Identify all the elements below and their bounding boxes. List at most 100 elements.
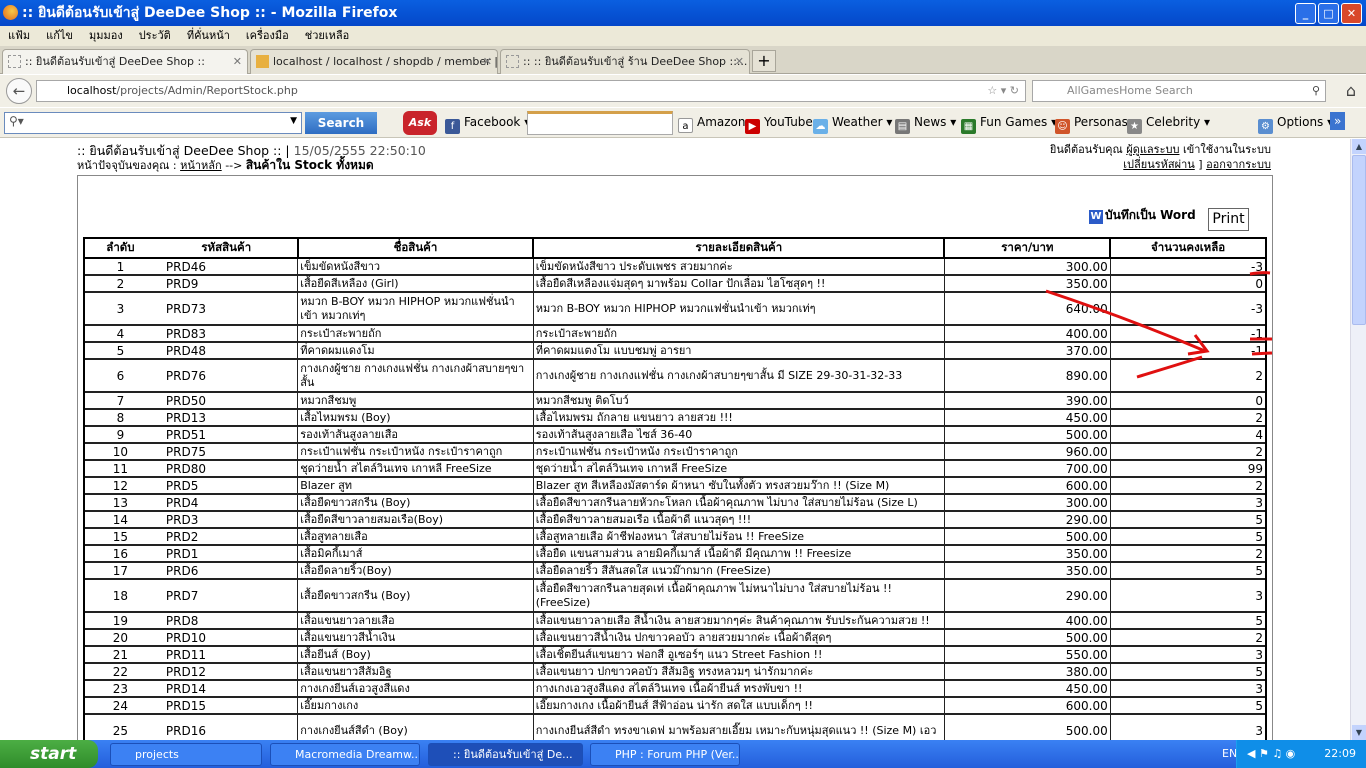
breadcrumb-home-link[interactable]: หน้าหลัก (180, 159, 222, 172)
celebrity-button[interactable]: ★ Celebrity ▾ (1127, 115, 1210, 134)
url-bar[interactable]: localhost/projects/Admin/ReportStock.php… (36, 80, 1026, 102)
start-button[interactable]: start (0, 740, 98, 768)
language-indicator[interactable]: EN (1222, 740, 1237, 768)
tray-icons[interactable]: ◀ ⚑ ♫ ◉ (1247, 747, 1295, 760)
ask-button[interactable]: Ask (403, 111, 437, 135)
new-tab-button[interactable]: + (752, 50, 776, 72)
product-price: 380.00 (943, 662, 1111, 681)
word-icon: W (1089, 210, 1103, 224)
close-button[interactable]: ✕ (1341, 3, 1362, 24)
taskbar-item-firefox[interactable]: :: ยินดีต้อนรับเข้าสู่ De... (428, 743, 583, 766)
product-price: 640.00 (943, 291, 1111, 326)
celebrity-icon: ★ (1127, 119, 1142, 134)
column-header: รหัสสินค้า (155, 237, 299, 259)
stock-quantity: -1 (1109, 324, 1267, 343)
product-detail: กางเกงยีนส์สีดำ ทรงขาเดฟ มาพร้อมสายเอี๊ย… (532, 713, 945, 740)
back-button[interactable]: ← (6, 78, 32, 104)
row-number: 2 (83, 274, 156, 293)
row-number: 15 (83, 527, 156, 546)
stock-quantity: 5 (1109, 510, 1267, 529)
scrollbar-thumb[interactable] (1352, 155, 1366, 325)
stock-quantity: 2 (1109, 442, 1267, 461)
window-title: :: ยินดีต้อนรับเข้าสู่ DeeDee Shop :: - … (22, 5, 398, 21)
product-detail: กระเป๋าสะพายถัก (532, 324, 945, 343)
web-search-input[interactable]: AllGamesHome Search ⚲ (1032, 80, 1326, 102)
taskbar-item-projects[interactable]: projects (110, 743, 262, 766)
product-name: หมวก B-BOY หมวก HIPHOP หมวกแฟชั่นนำเข้า … (297, 291, 534, 326)
close-tab-icon[interactable]: ✕ (483, 50, 492, 74)
product-name: Blazer สูท (297, 476, 534, 495)
home-icon[interactable]: ⌂ (1346, 81, 1356, 100)
stock-quantity: 99 (1109, 459, 1267, 478)
menu-item[interactable]: เครื่องมือ (246, 26, 289, 46)
tab-phpmyadmin[interactable]: localhost / localhost / shopdb / member … (250, 49, 498, 74)
overflow-chevron-button[interactable]: » (1330, 112, 1346, 130)
menu-item[interactable]: ที่คั่นหน้า (187, 26, 230, 46)
dropdown-arrow-icon[interactable]: ▼ (290, 116, 297, 126)
menu-item[interactable]: แก้ไข (46, 26, 73, 46)
save-as-word-link[interactable]: W บันทึกเป็น Word (1089, 206, 1196, 225)
toolbar-search-input[interactable]: ⚲▾ ▼ (4, 112, 302, 134)
product-name: ชุดว่ายน้ำ สไตล์วินเทจ เกาหลี FreeSize (297, 459, 534, 478)
menu-item[interactable]: แฟ้ม (8, 26, 30, 46)
tab-deedee-shop[interactable]: :: ยินดีต้อนรับเข้าสู่ DeeDee Shop :: ✕ (2, 49, 248, 74)
firefox-icon (3, 5, 18, 20)
product-code: PRD15 (155, 696, 299, 715)
product-code: PRD8 (155, 611, 299, 630)
product-name: รองเท้าส้นสูงลายเสือ (297, 425, 534, 444)
product-price: 350.00 (943, 544, 1111, 563)
toolbar-text-input[interactable] (527, 111, 673, 135)
product-price: 700.00 (943, 459, 1111, 478)
options-button[interactable]: ⚙ Options ▾ (1258, 115, 1333, 134)
close-tab-icon[interactable]: ✕ (735, 50, 744, 74)
row-number: 8 (83, 408, 156, 427)
stock-quantity: 5 (1109, 696, 1267, 715)
product-code: PRD9 (155, 274, 299, 293)
vertical-scrollbar[interactable]: ▲ ▼ (1350, 139, 1366, 740)
scroll-up-arrow[interactable]: ▲ (1352, 139, 1366, 154)
tab-deedee-shop-2[interactable]: :: :: ยินดีต้อนรับเข้าสู่ ร้าน DeeDee Sh… (500, 49, 750, 74)
search-icon[interactable]: ⚲ (1312, 81, 1320, 101)
youtube-button[interactable]: ▶ YouTube (745, 115, 813, 134)
close-tab-icon[interactable]: ✕ (233, 50, 242, 74)
taskbar-item-dreamweaver[interactable]: Macromedia Dreamw... (270, 743, 420, 766)
scroll-down-arrow[interactable]: ▼ (1352, 725, 1366, 740)
row-number: 11 (83, 459, 156, 478)
product-price: 500.00 (943, 527, 1111, 546)
product-name: หมวกสีชมพู (297, 391, 534, 410)
personas-button[interactable]: ☺ Personas (1055, 115, 1128, 134)
product-price: 400.00 (943, 611, 1111, 630)
menu-item[interactable]: ช่วยเหลือ (305, 26, 349, 46)
fun-games-button[interactable]: ▦ Fun Games ▾ (961, 115, 1057, 134)
row-number: 13 (83, 493, 156, 512)
maximize-button[interactable]: □ (1318, 3, 1339, 24)
search-button[interactable]: Search (305, 112, 377, 134)
print-button[interactable]: Print (1208, 208, 1249, 231)
news-button[interactable]: ▤ News ▾ (895, 115, 956, 134)
product-detail: เสื้อยืดลายริ้ว สีสันสดใส แนวม๊ากมาก (Fr… (532, 561, 945, 580)
change-password-link[interactable]: เปลี่ยนรหัสผ่าน (1123, 158, 1194, 171)
taskbar-item-php-forum[interactable]: PHP : Forum PHP (Ver... (590, 743, 740, 766)
weather-button[interactable]: ☁ Weather ▾ (813, 115, 892, 134)
menu-item[interactable]: มุมมอง (89, 26, 123, 46)
table-row: 21 PRD11 เสื้อยีนส์ (Boy) เสื้อเชิ้ตยีนส์แข… (83, 645, 1267, 664)
product-detail: เข็มขัดหนังสีขาว ประดับเพชร สวยมากค่ะ (532, 257, 945, 276)
bookmark-star-icon[interactable]: ☆ ▾ ↻ (987, 81, 1019, 101)
table-row: 19 PRD8 เสื้อแขนยาวลายเสือ เสื้อแขนยาวลายเส… (83, 611, 1267, 630)
stock-quantity: 3 (1109, 493, 1267, 512)
table-row: 8 PRD13 เสื้อไหมพรม (Boy) เสื้อไหมพรม ถักลา… (83, 408, 1267, 427)
navigation-bar: ← localhost/projects/Admin/ReportStock.p… (0, 75, 1366, 107)
column-header: รายละเอียดสินค้า (532, 237, 946, 259)
user-name-link[interactable]: ผู้ดูแลระบบ (1126, 143, 1179, 156)
minimize-button[interactable]: _ (1295, 3, 1316, 24)
product-price: 600.00 (943, 696, 1111, 715)
logout-link[interactable]: ออกจากระบบ (1206, 158, 1271, 171)
stock-quantity: 3 (1109, 578, 1267, 613)
product-detail: กระเป๋าแฟชั่น กระเป๋าหนัง กระเป๋าราคาถูก (532, 442, 945, 461)
row-number: 18 (83, 578, 156, 613)
product-price: 500.00 (943, 628, 1111, 647)
product-name: เข็มขัดหนังสีขาว (297, 257, 534, 276)
menu-item[interactable]: ประวัติ (139, 26, 171, 46)
amazon-button[interactable]: a Amazon (678, 115, 746, 133)
facebook-button[interactable]: f Facebook ▾ (445, 115, 530, 134)
